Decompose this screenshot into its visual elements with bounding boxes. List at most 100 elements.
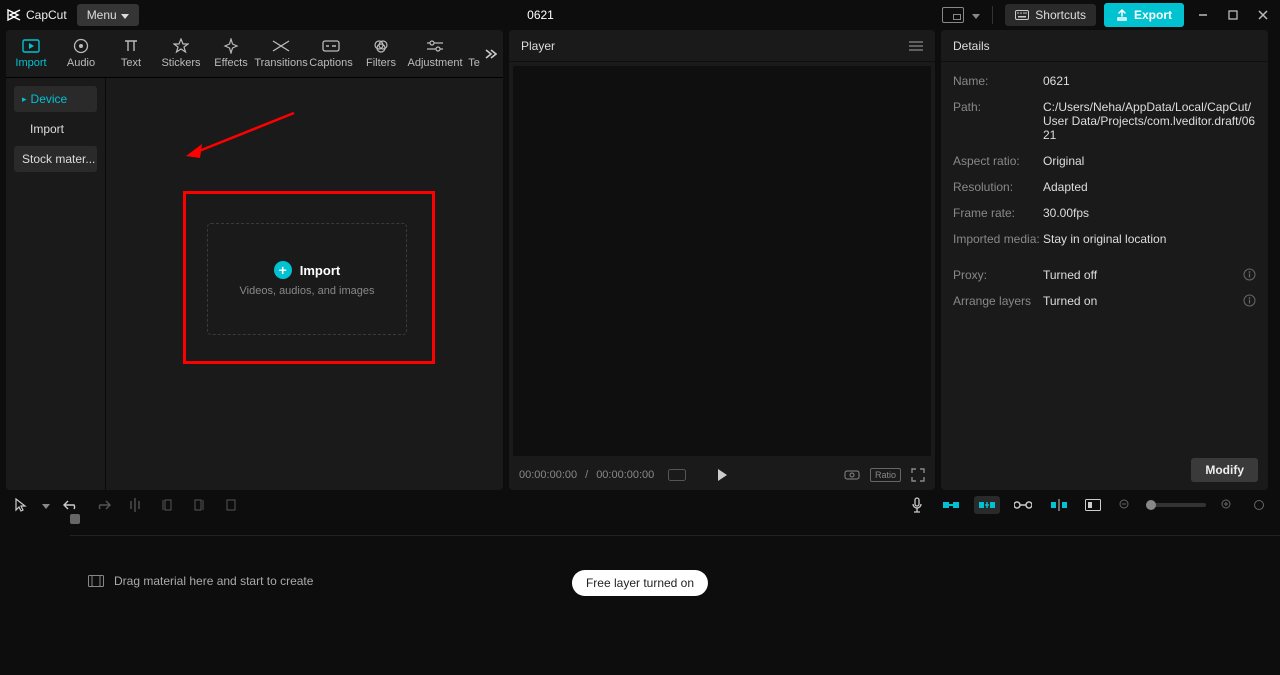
details-title: Details [953, 39, 990, 53]
app-name: CapCut [26, 8, 67, 22]
tab-import[interactable]: Import [6, 34, 56, 73]
player-right-controls: Ratio [844, 468, 925, 482]
minimize-button[interactable] [1192, 4, 1214, 26]
split-icon [124, 494, 146, 516]
detail-value: Original [1043, 154, 1256, 168]
redo-icon [92, 494, 114, 516]
time-total: 00:00:00:00 [596, 469, 654, 481]
import-dropzone[interactable]: + Import Videos, audios, and images [207, 223, 407, 335]
cover-icon[interactable] [1082, 494, 1104, 516]
layout-indicator-icon[interactable] [942, 7, 964, 23]
zoom-fit-icon[interactable] [1248, 494, 1270, 516]
detail-label: Imported media: [953, 232, 1043, 246]
media-body: Device Import Stock mater... + Import Vi… [6, 78, 503, 490]
tabs-overflow-button[interactable] [483, 47, 497, 61]
tab-audio[interactable]: Audio [56, 34, 106, 73]
timeline-placeholder: Drag material here and start to create [114, 574, 313, 588]
preview-axis-icon[interactable] [1046, 497, 1072, 513]
detail-value: Stay in original location [1043, 232, 1256, 246]
tab-label: Filters [366, 57, 396, 69]
auto-snap-icon[interactable] [974, 496, 1000, 514]
chevron-down-icon[interactable] [972, 8, 980, 22]
quality-icon[interactable] [668, 469, 686, 481]
modify-button[interactable]: Modify [1191, 458, 1258, 482]
player-title: Player [521, 39, 555, 53]
sidebar-label: Device [31, 92, 68, 106]
detail-label: Path: [953, 100, 1043, 114]
tab-captions[interactable]: Captions [306, 34, 356, 73]
compare-icon[interactable] [844, 468, 860, 482]
detail-row-name: Name: 0621 [953, 68, 1256, 94]
plus-icon: + [274, 261, 292, 279]
detail-label: Frame rate: [953, 206, 1043, 220]
tab-templates-partial[interactable]: Te [464, 34, 484, 73]
tab-filters[interactable]: Filters [356, 34, 406, 73]
detail-row-resolution: Resolution: Adapted [953, 174, 1256, 200]
ratio-button[interactable]: Ratio [870, 468, 901, 482]
time-sep: / [585, 469, 588, 481]
shortcuts-label: Shortcuts [1035, 8, 1086, 22]
tab-adjustment[interactable]: Adjustment [406, 34, 464, 73]
fullscreen-icon[interactable] [911, 468, 925, 482]
tab-text[interactable]: Text [106, 34, 156, 73]
project-title: 0621 [139, 8, 943, 22]
export-label: Export [1134, 8, 1172, 22]
shortcuts-button[interactable]: Shortcuts [1005, 4, 1096, 26]
tab-label: Te [468, 57, 480, 69]
divider [992, 6, 993, 24]
zoom-out-icon[interactable] [1114, 494, 1136, 516]
linkage-icon[interactable] [1010, 498, 1036, 512]
zoom-in-icon[interactable] [1216, 494, 1238, 516]
detail-row-path: Path: C:/Users/Neha/AppData/Local/CapCut… [953, 94, 1256, 148]
selection-tool-icon[interactable] [10, 494, 32, 516]
magnet-main-icon[interactable] [938, 497, 964, 513]
import-media-icon [22, 38, 40, 54]
detail-value: Adapted [1043, 180, 1256, 194]
export-button[interactable]: Export [1104, 3, 1184, 27]
details-body: Name: 0621 Path: C:/Users/Neha/AppData/L… [941, 62, 1268, 450]
player-panel: Player 00:00:00:00 / 00:00:00:00 Ratio [509, 30, 935, 490]
play-button[interactable] [715, 468, 729, 482]
tab-transitions[interactable]: Transitions [256, 34, 306, 73]
detail-value: Turned on [1043, 294, 1243, 308]
toolbar-left [10, 494, 242, 516]
annotation-arrow-icon [184, 108, 304, 168]
microphone-icon[interactable] [906, 494, 928, 516]
info-icon[interactable] [1243, 294, 1256, 307]
media-panel: Import Audio Text Stickers Effects Trans… [6, 30, 503, 490]
menu-button[interactable]: Menu [77, 4, 139, 26]
info-icon[interactable] [1243, 268, 1256, 281]
undo-icon[interactable] [60, 494, 82, 516]
player-viewport[interactable] [513, 66, 931, 456]
tab-label: Audio [67, 57, 95, 69]
detail-value: C:/Users/Neha/AppData/Local/CapCut/User … [1043, 100, 1256, 142]
close-button[interactable] [1252, 4, 1274, 26]
chevron-down-icon[interactable] [42, 498, 50, 512]
filters-icon [372, 38, 390, 54]
detail-label: Name: [953, 74, 1043, 88]
sidebar-item-import[interactable]: Import [14, 116, 97, 142]
time-current: 00:00:00:00 [519, 469, 577, 481]
player-footer: 00:00:00:00 / 00:00:00:00 Ratio [509, 460, 935, 490]
title-right: Shortcuts Export [942, 3, 1274, 27]
keyboard-icon [1015, 10, 1029, 20]
tab-label: Captions [309, 57, 352, 69]
detail-label: Proxy: [953, 268, 1043, 282]
tab-stickers[interactable]: Stickers [156, 34, 206, 73]
annotation-highlight-box: + Import Videos, audios, and images [183, 191, 435, 364]
maximize-button[interactable] [1222, 4, 1244, 26]
zoom-slider[interactable] [1146, 503, 1206, 507]
transitions-icon [272, 38, 290, 54]
playhead[interactable] [70, 514, 80, 524]
import-row: + Import [274, 261, 340, 279]
tab-label: Text [121, 57, 141, 69]
tab-effects[interactable]: Effects [206, 34, 256, 73]
sidebar-item-stock-materials[interactable]: Stock mater... [14, 146, 97, 172]
captions-icon [322, 38, 340, 54]
timeline-ruler[interactable] [70, 520, 1280, 536]
detail-label: Resolution: [953, 180, 1043, 194]
tab-label: Adjustment [407, 57, 462, 69]
sidebar-group-device[interactable]: Device [14, 86, 97, 112]
player-header: Player [509, 30, 935, 62]
player-menu-icon[interactable] [909, 41, 923, 51]
